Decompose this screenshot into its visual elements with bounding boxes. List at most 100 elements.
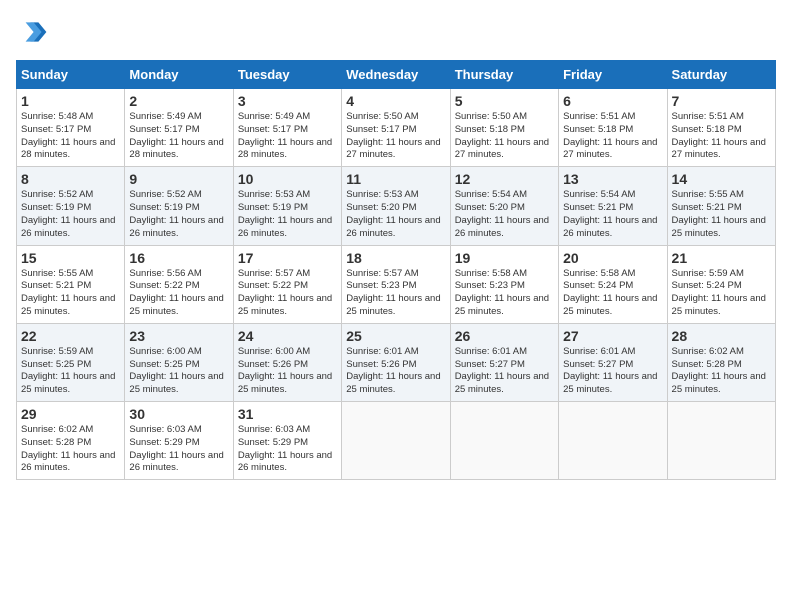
day-number: 8 [21, 171, 120, 187]
day-number: 2 [129, 93, 228, 109]
calendar-cell: 13 Sunrise: 5:54 AM Sunset: 5:21 PM Dayl… [559, 167, 667, 245]
logo-icon [16, 16, 48, 48]
day-number: 16 [129, 250, 228, 266]
calendar-cell: 6 Sunrise: 5:51 AM Sunset: 5:18 PM Dayli… [559, 89, 667, 167]
day-info: Sunrise: 6:01 AM Sunset: 5:27 PM Dayligh… [563, 346, 662, 397]
calendar-cell: 30 Sunrise: 6:03 AM Sunset: 5:29 PM Dayl… [125, 402, 233, 480]
calendar-header: SundayMondayTuesdayWednesdayThursdayFrid… [17, 61, 776, 89]
day-number: 21 [672, 250, 771, 266]
weekday-header-monday: Monday [125, 61, 233, 89]
day-info: Sunrise: 6:03 AM Sunset: 5:29 PM Dayligh… [238, 424, 337, 475]
day-info: Sunrise: 5:52 AM Sunset: 5:19 PM Dayligh… [129, 189, 228, 240]
day-info: Sunrise: 5:49 AM Sunset: 5:17 PM Dayligh… [238, 111, 337, 162]
day-info: Sunrise: 6:03 AM Sunset: 5:29 PM Dayligh… [129, 424, 228, 475]
day-number: 6 [563, 93, 662, 109]
calendar-cell: 9 Sunrise: 5:52 AM Sunset: 5:19 PM Dayli… [125, 167, 233, 245]
calendar-cell: 4 Sunrise: 5:50 AM Sunset: 5:17 PM Dayli… [342, 89, 450, 167]
day-info: Sunrise: 5:48 AM Sunset: 5:17 PM Dayligh… [21, 111, 120, 162]
calendar-cell: 27 Sunrise: 6:01 AM Sunset: 5:27 PM Dayl… [559, 323, 667, 401]
day-number: 9 [129, 171, 228, 187]
day-number: 12 [455, 171, 554, 187]
day-info: Sunrise: 5:53 AM Sunset: 5:20 PM Dayligh… [346, 189, 445, 240]
calendar-body: 1 Sunrise: 5:48 AM Sunset: 5:17 PM Dayli… [17, 89, 776, 480]
day-info: Sunrise: 5:51 AM Sunset: 5:18 PM Dayligh… [672, 111, 771, 162]
day-info: Sunrise: 5:54 AM Sunset: 5:21 PM Dayligh… [563, 189, 662, 240]
calendar-cell [342, 402, 450, 480]
calendar-week-1: 1 Sunrise: 5:48 AM Sunset: 5:17 PM Dayli… [17, 89, 776, 167]
day-number: 28 [672, 328, 771, 344]
calendar-cell [667, 402, 775, 480]
day-number: 7 [672, 93, 771, 109]
calendar-cell: 15 Sunrise: 5:55 AM Sunset: 5:21 PM Dayl… [17, 245, 125, 323]
day-info: Sunrise: 5:53 AM Sunset: 5:19 PM Dayligh… [238, 189, 337, 240]
calendar-cell: 10 Sunrise: 5:53 AM Sunset: 5:19 PM Dayl… [233, 167, 341, 245]
calendar-cell: 22 Sunrise: 5:59 AM Sunset: 5:25 PM Dayl… [17, 323, 125, 401]
day-number: 5 [455, 93, 554, 109]
weekday-header-tuesday: Tuesday [233, 61, 341, 89]
calendar-cell: 1 Sunrise: 5:48 AM Sunset: 5:17 PM Dayli… [17, 89, 125, 167]
logo [16, 16, 52, 48]
calendar-cell: 17 Sunrise: 5:57 AM Sunset: 5:22 PM Dayl… [233, 245, 341, 323]
page-header [16, 16, 776, 48]
day-number: 17 [238, 250, 337, 266]
day-info: Sunrise: 5:58 AM Sunset: 5:23 PM Dayligh… [455, 268, 554, 319]
day-info: Sunrise: 6:01 AM Sunset: 5:26 PM Dayligh… [346, 346, 445, 397]
calendar-cell: 26 Sunrise: 6:01 AM Sunset: 5:27 PM Dayl… [450, 323, 558, 401]
calendar-cell: 3 Sunrise: 5:49 AM Sunset: 5:17 PM Dayli… [233, 89, 341, 167]
day-number: 29 [21, 406, 120, 422]
day-number: 27 [563, 328, 662, 344]
day-info: Sunrise: 6:00 AM Sunset: 5:26 PM Dayligh… [238, 346, 337, 397]
day-info: Sunrise: 5:55 AM Sunset: 5:21 PM Dayligh… [672, 189, 771, 240]
weekday-header-sunday: Sunday [17, 61, 125, 89]
day-info: Sunrise: 5:50 AM Sunset: 5:18 PM Dayligh… [455, 111, 554, 162]
calendar-week-5: 29 Sunrise: 6:02 AM Sunset: 5:28 PM Dayl… [17, 402, 776, 480]
day-number: 30 [129, 406, 228, 422]
weekday-header-wednesday: Wednesday [342, 61, 450, 89]
calendar-week-4: 22 Sunrise: 5:59 AM Sunset: 5:25 PM Dayl… [17, 323, 776, 401]
day-number: 14 [672, 171, 771, 187]
calendar-cell: 12 Sunrise: 5:54 AM Sunset: 5:20 PM Dayl… [450, 167, 558, 245]
day-number: 20 [563, 250, 662, 266]
day-info: Sunrise: 6:02 AM Sunset: 5:28 PM Dayligh… [672, 346, 771, 397]
day-number: 31 [238, 406, 337, 422]
day-number: 11 [346, 171, 445, 187]
day-info: Sunrise: 6:00 AM Sunset: 5:25 PM Dayligh… [129, 346, 228, 397]
day-info: Sunrise: 5:58 AM Sunset: 5:24 PM Dayligh… [563, 268, 662, 319]
day-number: 15 [21, 250, 120, 266]
calendar-cell: 20 Sunrise: 5:58 AM Sunset: 5:24 PM Dayl… [559, 245, 667, 323]
day-number: 4 [346, 93, 445, 109]
calendar-cell: 7 Sunrise: 5:51 AM Sunset: 5:18 PM Dayli… [667, 89, 775, 167]
calendar-cell: 21 Sunrise: 5:59 AM Sunset: 5:24 PM Dayl… [667, 245, 775, 323]
weekday-header-thursday: Thursday [450, 61, 558, 89]
day-number: 19 [455, 250, 554, 266]
calendar-cell: 31 Sunrise: 6:03 AM Sunset: 5:29 PM Dayl… [233, 402, 341, 480]
calendar-cell: 19 Sunrise: 5:58 AM Sunset: 5:23 PM Dayl… [450, 245, 558, 323]
day-number: 3 [238, 93, 337, 109]
day-info: Sunrise: 6:01 AM Sunset: 5:27 PM Dayligh… [455, 346, 554, 397]
day-number: 22 [21, 328, 120, 344]
weekday-header-row: SundayMondayTuesdayWednesdayThursdayFrid… [17, 61, 776, 89]
day-number: 23 [129, 328, 228, 344]
calendar-cell: 23 Sunrise: 6:00 AM Sunset: 5:25 PM Dayl… [125, 323, 233, 401]
day-info: Sunrise: 5:59 AM Sunset: 5:25 PM Dayligh… [21, 346, 120, 397]
day-info: Sunrise: 5:59 AM Sunset: 5:24 PM Dayligh… [672, 268, 771, 319]
calendar-cell: 14 Sunrise: 5:55 AM Sunset: 5:21 PM Dayl… [667, 167, 775, 245]
calendar-cell: 16 Sunrise: 5:56 AM Sunset: 5:22 PM Dayl… [125, 245, 233, 323]
calendar-table: SundayMondayTuesdayWednesdayThursdayFrid… [16, 60, 776, 480]
calendar-week-2: 8 Sunrise: 5:52 AM Sunset: 5:19 PM Dayli… [17, 167, 776, 245]
calendar-cell: 24 Sunrise: 6:00 AM Sunset: 5:26 PM Dayl… [233, 323, 341, 401]
day-info: Sunrise: 5:50 AM Sunset: 5:17 PM Dayligh… [346, 111, 445, 162]
calendar-cell [559, 402, 667, 480]
calendar-cell: 29 Sunrise: 6:02 AM Sunset: 5:28 PM Dayl… [17, 402, 125, 480]
day-info: Sunrise: 5:52 AM Sunset: 5:19 PM Dayligh… [21, 189, 120, 240]
day-info: Sunrise: 5:57 AM Sunset: 5:23 PM Dayligh… [346, 268, 445, 319]
weekday-header-friday: Friday [559, 61, 667, 89]
calendar-cell: 8 Sunrise: 5:52 AM Sunset: 5:19 PM Dayli… [17, 167, 125, 245]
day-number: 13 [563, 171, 662, 187]
day-number: 26 [455, 328, 554, 344]
day-number: 24 [238, 328, 337, 344]
day-info: Sunrise: 5:49 AM Sunset: 5:17 PM Dayligh… [129, 111, 228, 162]
calendar-cell: 11 Sunrise: 5:53 AM Sunset: 5:20 PM Dayl… [342, 167, 450, 245]
day-number: 25 [346, 328, 445, 344]
day-info: Sunrise: 5:51 AM Sunset: 5:18 PM Dayligh… [563, 111, 662, 162]
